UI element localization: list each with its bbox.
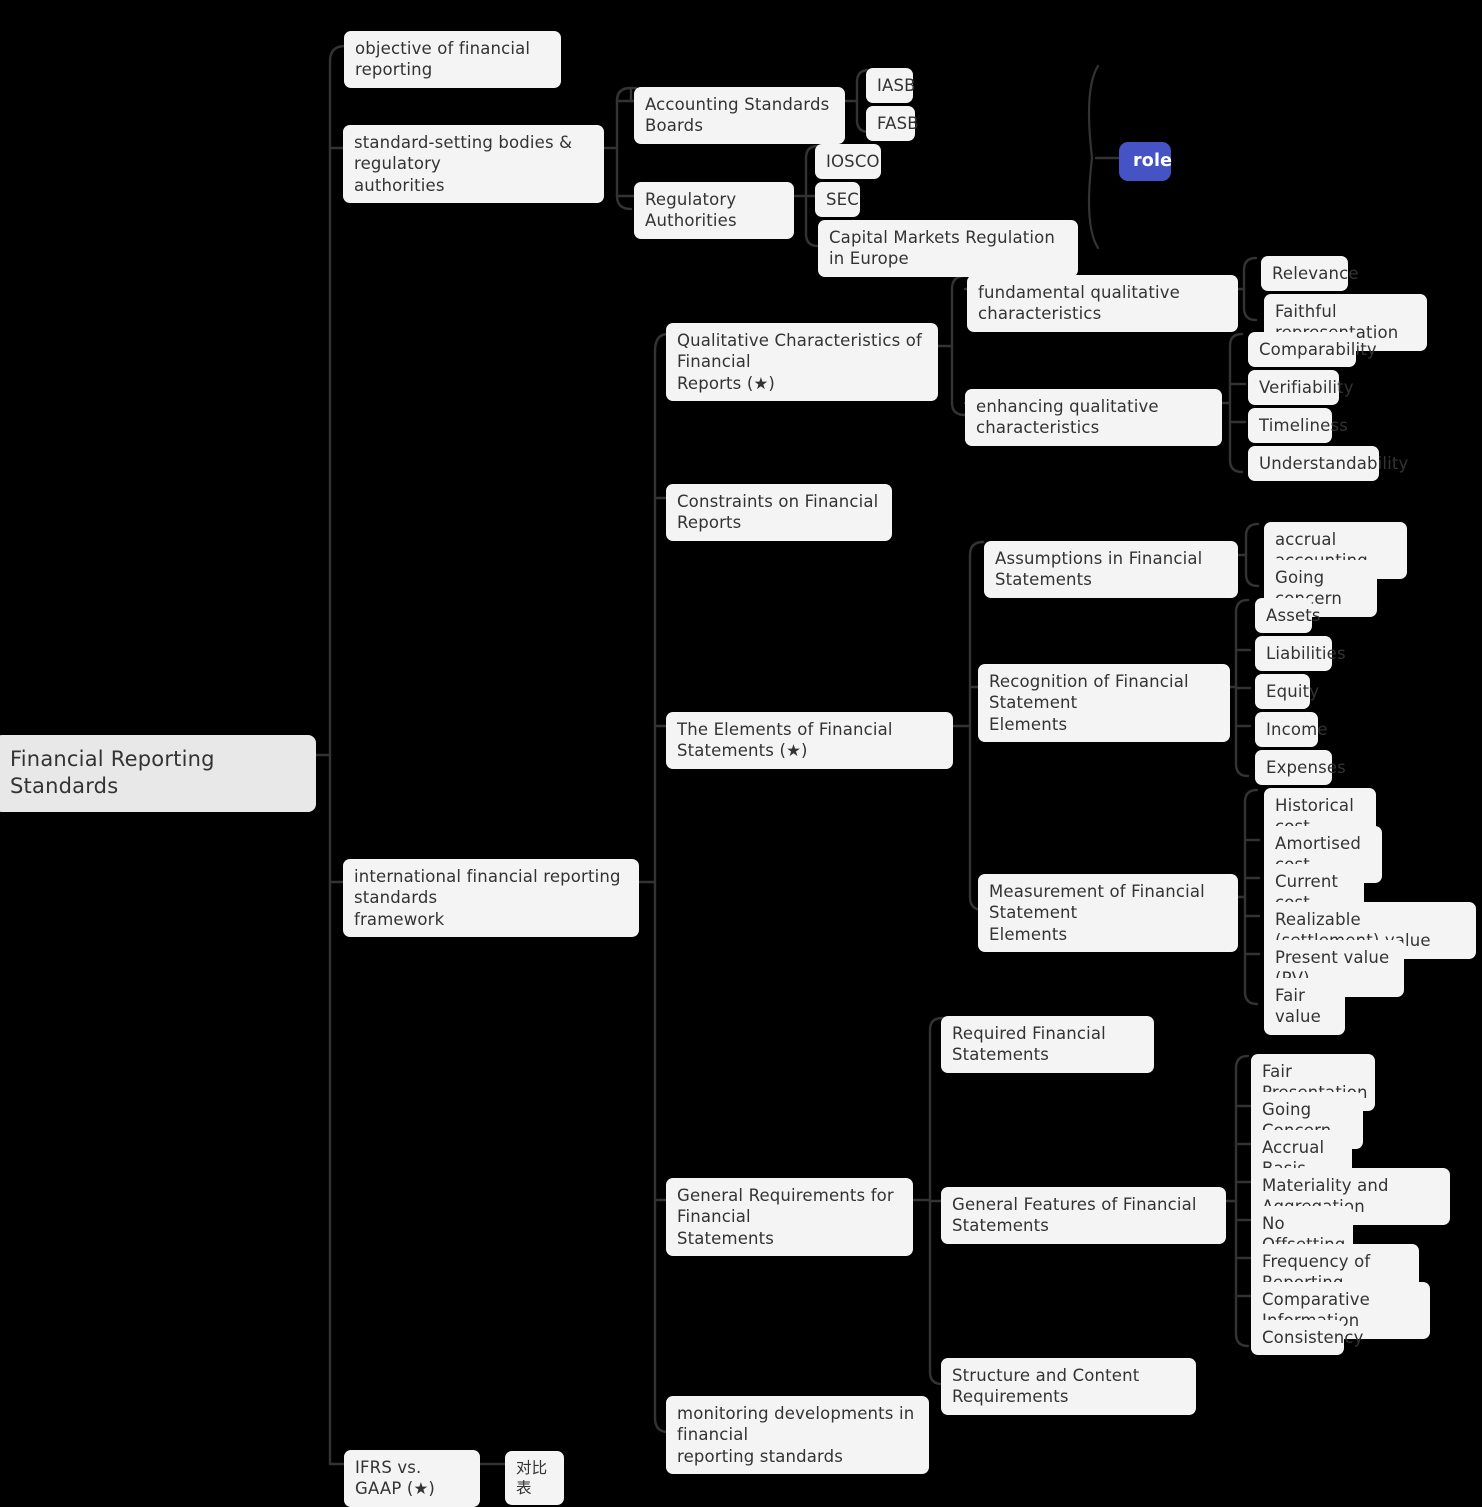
node-required-financial-statements[interactable]: Required Financial Statements — [941, 1016, 1154, 1073]
node-assumptions-in-financial-statements[interactable]: Assumptions in Financial Statements — [984, 541, 1238, 598]
node-role[interactable]: role — [1119, 142, 1172, 181]
node-equity[interactable]: Equity — [1255, 674, 1319, 710]
node-general-features-of-financial-statements[interactable]: General Features of Financial Statements — [941, 1187, 1226, 1244]
node-monitoring-developments[interactable]: monitoring developments in financial rep… — [666, 1396, 929, 1475]
node-ifrs-framework[interactable]: international financial reporting standa… — [343, 859, 639, 938]
node-accounting-standards-boards[interactable]: Accounting Standards Boards — [634, 87, 845, 144]
node-expenses[interactable]: Expenses — [1255, 750, 1346, 786]
node-objective-of-financial-reporting[interactable]: objective of financial reporting — [344, 31, 561, 88]
node-general-requirements-for-financial-statements[interactable]: General Requirements for Financial State… — [666, 1178, 913, 1257]
node-elements-of-financial-statements[interactable]: The Elements of Financial Statements (★) — [666, 712, 953, 769]
node-enhancing-qualitative-characteristics[interactable]: enhancing qualitative characteristics — [965, 389, 1222, 446]
node-verifiability[interactable]: Verifiability — [1248, 370, 1353, 406]
node-ifrs-vs-gaap[interactable]: IFRS vs. GAAP (★) — [344, 1450, 480, 1507]
node-consistency[interactable]: Consistency — [1251, 1320, 1363, 1356]
node-capital-markets-regulation-in-europe[interactable]: Capital Markets Regulation in Europe — [818, 220, 1078, 277]
mindmap-canvas: Financial Reporting Standards objective … — [0, 0, 1482, 1507]
node-assets[interactable]: Assets — [1255, 598, 1321, 634]
node-income[interactable]: Income — [1255, 712, 1328, 748]
node-qualitative-characteristics[interactable]: Qualitative Characteristics of Financial… — [666, 323, 938, 402]
node-sec[interactable]: SEC — [815, 182, 860, 218]
node-measurement-of-elements[interactable]: Measurement of Financial Statement Eleme… — [978, 874, 1238, 953]
node-fasb[interactable]: FASB — [866, 106, 919, 142]
node-iosco[interactable]: IOSCO — [815, 144, 881, 180]
mindmap-root-node[interactable]: Financial Reporting Standards — [0, 735, 316, 812]
node-comparison-table[interactable]: 对比表 — [505, 1451, 564, 1506]
node-iasb[interactable]: IASB — [866, 68, 915, 104]
node-constraints-on-financial-reports[interactable]: Constraints on Financial Reports — [666, 484, 892, 541]
node-recognition-of-elements[interactable]: Recognition of Financial Statement Eleme… — [978, 664, 1230, 743]
node-understandability[interactable]: Understandability — [1248, 446, 1408, 482]
node-liabilities[interactable]: Liabilities — [1255, 636, 1346, 672]
node-regulatory-authorities[interactable]: Regulatory Authorities — [634, 182, 794, 239]
node-comparability[interactable]: Comparability — [1248, 332, 1377, 368]
node-relevance[interactable]: Relevance — [1261, 256, 1358, 292]
node-fair-value[interactable]: Fair value — [1264, 978, 1345, 1035]
node-timeliness[interactable]: Timeliness — [1248, 408, 1348, 444]
node-standard-setting-bodies[interactable]: standard-setting bodies & regulatory aut… — [343, 125, 604, 204]
node-fundamental-qualitative-characteristics[interactable]: fundamental qualitative characteristics — [967, 275, 1238, 332]
node-structure-and-content-requirements[interactable]: Structure and Content Requirements — [941, 1358, 1196, 1415]
